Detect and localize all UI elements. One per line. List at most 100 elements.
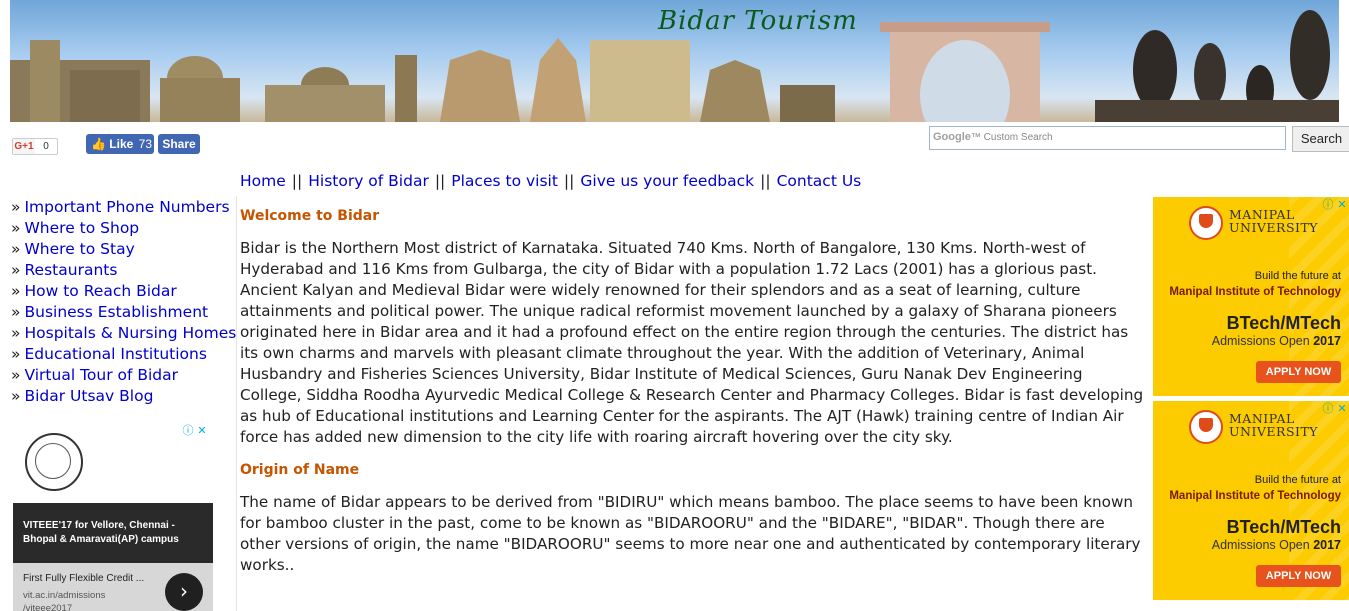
nav-home[interactable]: Home <box>240 172 286 190</box>
bullet-icon: » <box>11 324 21 342</box>
ad-url: vit.ac.in/admissions <box>23 590 106 601</box>
bullet-icon: » <box>11 240 21 258</box>
ad-subline: First Fully Flexible Credit ... <box>23 573 145 584</box>
apply-now-button[interactable]: APPLY NOW <box>1256 565 1341 587</box>
facebook-share-button[interactable]: Share <box>158 134 200 154</box>
google-plus-button[interactable]: G+1 0 <box>12 138 58 155</box>
fb-like-count: 73 <box>138 137 153 151</box>
admissions-label: Admissions Open <box>1211 538 1310 552</box>
main-content: Welcome to Bidar Bidar is the Northern M… <box>240 208 1148 576</box>
bullet-icon: » <box>11 198 21 216</box>
ad-university-name: MANIPAL UNIVERSITY <box>1229 208 1318 234</box>
ad-institute: Manipal Institute of Technology <box>1169 286 1341 298</box>
sidebar-item: » Where to Shop <box>11 218 236 239</box>
sidebar-item-restaurants[interactable]: Restaurants <box>24 261 117 279</box>
sidebar-item-business[interactable]: Business Establishment <box>24 303 208 321</box>
nav-feedback[interactable]: Give us your feedback <box>580 172 754 190</box>
ad-info-icon[interactable]: ⓘ <box>1321 198 1335 212</box>
nav-separator: || <box>563 172 575 190</box>
uni-line-2: UNIVERSITY <box>1229 220 1319 235</box>
ad-university-name: MANIPAL UNIVERSITY <box>1229 412 1318 438</box>
top-navigation: Home || History of Bidar || Places to visit |… <box>240 172 861 190</box>
right-ad-1[interactable]: MANIPAL UNIVERSITY Build the future at Ma… <box>1153 197 1349 396</box>
sidebar-item-phone-numbers[interactable]: Important Phone Numbers <box>24 198 229 216</box>
ad-close-icon[interactable]: ✕ <box>195 424 209 438</box>
sidebar-item: » Virtual Tour of Bidar <box>11 365 236 386</box>
ad-info-icon[interactable]: ⓘ <box>1321 402 1335 416</box>
welcome-paragraph: Bidar is the Northern Most district of K… <box>240 239 1144 446</box>
right-ad-2-controls: ⓘ ✕ <box>1321 402 1349 416</box>
search-button[interactable]: Search <box>1292 126 1349 152</box>
bullet-icon: » <box>11 387 21 405</box>
sidebar-item-blog[interactable]: Bidar Utsav Blog <box>24 387 153 405</box>
header-banner: Bidar Tourism <box>10 0 1339 122</box>
university-seal-inner <box>35 443 71 479</box>
ad-program: BTech/MTech <box>1226 517 1341 537</box>
sidebar-item: » Important Phone Numbers <box>11 197 236 218</box>
sidebar-item: » Bidar Utsav Blog <box>11 386 236 407</box>
ad-close-icon[interactable]: ✕ <box>1335 402 1349 416</box>
apply-now-button[interactable]: APPLY NOW <box>1256 361 1341 383</box>
ad-institute: Manipal Institute of Technology <box>1169 490 1341 502</box>
facebook-like-button[interactable]: 👍 Like 73 <box>86 134 154 154</box>
ad-next-arrow-icon[interactable]: › <box>165 573 203 611</box>
sidebar-menu: » Important Phone Numbers » Where to Shop … <box>11 197 236 407</box>
origin-heading: Origin of Name <box>240 462 360 478</box>
sidebar-item-reach[interactable]: How to Reach Bidar <box>24 282 176 300</box>
search-placeholder: Google™ Custom Search <box>933 131 1053 143</box>
nav-history[interactable]: History of Bidar <box>308 172 429 190</box>
bullet-icon: » <box>11 261 21 279</box>
ad-info-icon[interactable]: ⓘ <box>181 424 195 438</box>
ad-admissions: Admissions Open 2017 <box>1153 538 1341 552</box>
manipal-logo-icon <box>1189 410 1223 444</box>
ad-url-path: /viteee2017 <box>23 603 73 611</box>
bullet-icon: » <box>11 366 21 384</box>
ad-headline: VITEEE'17 for Vellore, Chennai - Bhopal … <box>23 520 179 545</box>
sidebar-item: » Restaurants <box>11 260 236 281</box>
uni-line-2: UNIVERSITY <box>1229 424 1319 439</box>
ad-build-text: Build the future at <box>1254 270 1341 282</box>
right-ad-2[interactable]: MANIPAL UNIVERSITY Build the future at Ma… <box>1153 401 1349 600</box>
bullet-icon: » <box>11 219 21 237</box>
thumbs-up-icon: 👍 <box>91 137 106 151</box>
nav-separator: || <box>291 172 303 190</box>
bullet-icon: » <box>11 282 21 300</box>
fb-like-label: Like <box>109 137 134 151</box>
sidebar-item-stay[interactable]: Where to Stay <box>24 240 134 258</box>
left-ad-controls: ⓘ ✕ <box>181 424 209 438</box>
sidebar-item-hospitals[interactable]: Hospitals & Nursing Homes <box>24 324 236 342</box>
right-ad-1-controls: ⓘ ✕ <box>1321 198 1349 212</box>
origin-paragraph: The name of Bidar appears to be derived … <box>240 493 1141 574</box>
nav-separator: || <box>760 172 771 190</box>
nav-places[interactable]: Places to visit <box>451 172 558 190</box>
ad-close-icon[interactable]: ✕ <box>1335 198 1349 212</box>
sidebar-item-shop[interactable]: Where to Shop <box>24 219 139 237</box>
admissions-label: Admissions Open <box>1211 334 1310 348</box>
custom-search-label: Custom Search <box>983 132 1053 143</box>
nav-separator: || <box>434 172 446 190</box>
google-logo: Google <box>933 131 971 143</box>
bullet-icon: » <box>11 303 21 321</box>
search-input[interactable]: Google™ Custom Search <box>929 126 1286 150</box>
admissions-year: 2017 <box>1313 334 1341 348</box>
sidebar-item: » Business Establishment <box>11 302 236 323</box>
sidebar-item: » Where to Stay <box>11 239 236 260</box>
manipal-logo-icon <box>1189 206 1223 240</box>
site-title: Bidar Tourism <box>658 6 858 36</box>
sidebar-item: » How to Reach Bidar <box>11 281 236 302</box>
bullet-icon: » <box>11 345 21 363</box>
sidebar-item: » Educational Institutions <box>11 344 236 365</box>
ad-admissions: Admissions Open 2017 <box>1153 334 1341 348</box>
welcome-heading: Welcome to Bidar <box>240 208 380 224</box>
sidebar-item-virtual-tour[interactable]: Virtual Tour of Bidar <box>24 366 178 384</box>
ad-build-text: Build the future at <box>1254 474 1341 486</box>
google-plus-count: 0 <box>43 141 49 152</box>
google-plus-label: G+1 <box>13 139 35 154</box>
nav-contact[interactable]: Contact Us <box>777 172 862 190</box>
column-divider <box>236 196 237 611</box>
ad-program: BTech/MTech <box>1226 313 1341 333</box>
admissions-year: 2017 <box>1313 538 1341 552</box>
ad-headline-panel: VITEEE'17 for Vellore, Chennai - Bhopal … <box>13 503 213 563</box>
left-advertisement[interactable]: VITEEE'17 for Vellore, Chennai - Bhopal … <box>13 423 213 611</box>
sidebar-item-education[interactable]: Educational Institutions <box>24 345 206 363</box>
